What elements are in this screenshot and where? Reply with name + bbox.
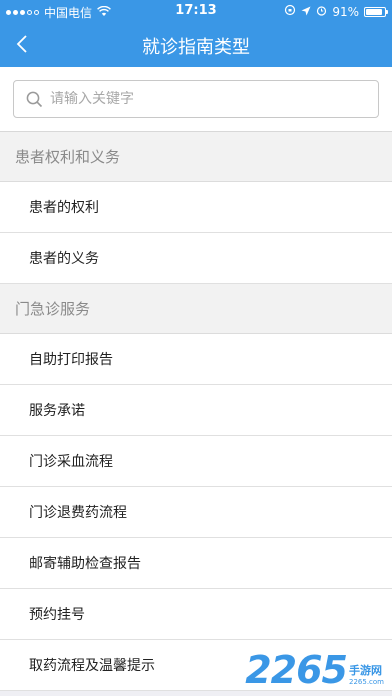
list-item[interactable]: 患者的义务	[0, 233, 392, 284]
guide-list: 患者权利和义务 患者的权利 患者的义务 门急诊服务 自助打印报告 服务承诺 门诊…	[0, 132, 392, 691]
navigation-bar: 就诊指南类型	[0, 22, 392, 67]
list-item[interactable]: 自助打印报告	[0, 334, 392, 385]
watermark-cn: 手游网	[349, 664, 382, 677]
watermark-number: 2265	[245, 648, 348, 692]
search-icon	[24, 89, 44, 109]
search-bar	[0, 67, 392, 132]
status-right: 91%	[284, 4, 388, 19]
battery-icon	[364, 6, 388, 17]
list-item[interactable]: 门诊退费药流程	[0, 487, 392, 538]
list-item[interactable]: 门诊采血流程	[0, 436, 392, 487]
orientation-lock-icon	[284, 4, 296, 19]
list-item[interactable]: 服务承诺	[0, 385, 392, 436]
location-icon	[301, 5, 311, 19]
list-item[interactable]: 邮寄辅助检查报告	[0, 538, 392, 589]
status-bar: 中国电信 17:13 91%	[0, 0, 392, 22]
section-header: 门急诊服务	[0, 284, 392, 334]
list-item[interactable]: 预约挂号	[0, 589, 392, 640]
page-title: 就诊指南类型	[142, 37, 250, 58]
search-box[interactable]	[13, 80, 379, 118]
watermark-logo: 2265 手游网 2265.com	[245, 648, 384, 692]
alarm-icon	[316, 5, 327, 19]
section-header: 患者权利和义务	[0, 132, 392, 182]
watermark-sub: 手游网 2265.com	[349, 662, 384, 686]
list-item[interactable]: 患者的权利	[0, 182, 392, 233]
battery-percent: 91%	[332, 4, 359, 19]
battery-fill	[366, 8, 383, 15]
search-input[interactable]	[50, 91, 350, 107]
watermark-en: 2265.com	[349, 678, 384, 686]
